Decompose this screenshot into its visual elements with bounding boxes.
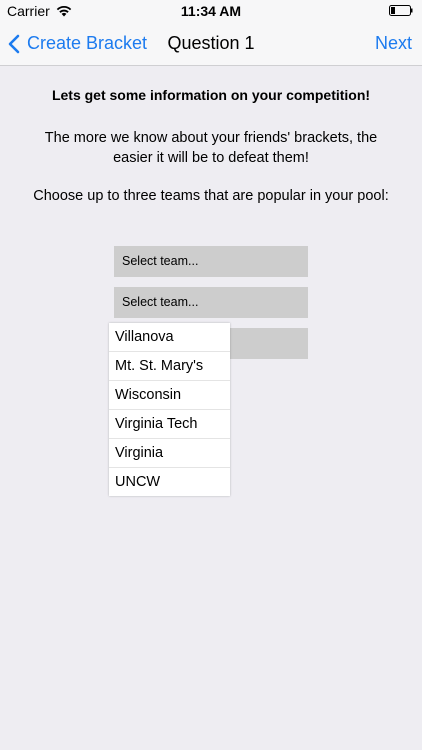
next-button[interactable]: Next	[375, 22, 412, 65]
navigation-bar: Create Bracket Question 1 Next	[0, 22, 422, 66]
dropdown-option[interactable]: Wisconsin	[109, 381, 230, 410]
intro-heading: Lets get some information on your compet…	[51, 87, 371, 103]
dropdown-option[interactable]: Mt. St. Mary's	[109, 352, 230, 381]
team-dropdown-list: Villanova Mt. St. Mary's Wisconsin Virgi…	[109, 323, 230, 496]
dropdown-option[interactable]: UNCW	[109, 468, 230, 496]
team-select-2[interactable]: Select team...	[114, 287, 308, 318]
status-bar: Carrier 11:34 AM	[0, 0, 422, 22]
page-title: Question 1	[167, 33, 255, 53]
instruction-text: Choose up to three teams that are popula…	[33, 188, 389, 204]
dropdown-option[interactable]: Villanova	[109, 323, 230, 352]
dropdown-option[interactable]: Virginia Tech	[109, 410, 230, 439]
status-time: 11:34 AM	[180, 3, 242, 19]
intro-paragraph: The more we know about your friends' bra…	[44, 130, 378, 166]
team-select-1[interactable]: Select team...	[114, 246, 308, 277]
dropdown-option[interactable]: Virginia	[109, 439, 230, 468]
battery-icon	[389, 5, 413, 16]
